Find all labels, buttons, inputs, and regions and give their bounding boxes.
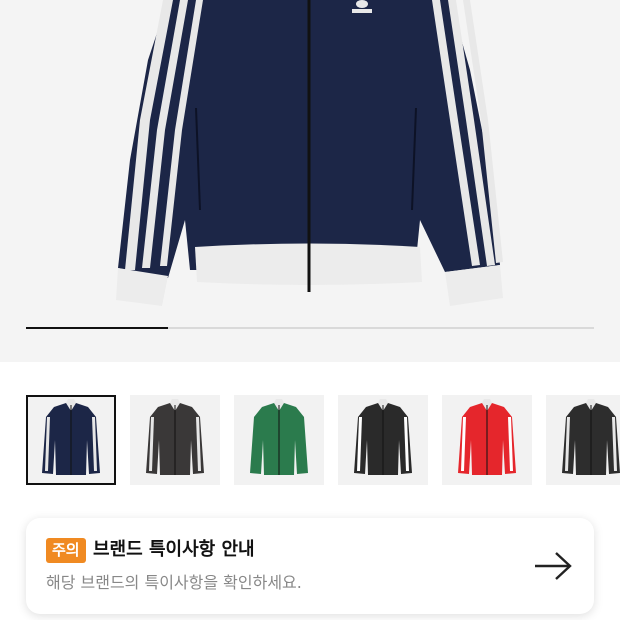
thumbnail-black-2[interactable]	[546, 395, 620, 485]
thumbnail-jacket-image	[250, 399, 308, 475]
caution-badge: 주의	[46, 538, 86, 563]
brand-notice-card[interactable]: 주의 브랜드 특이사항 안내 해당 브랜드의 특이사항을 확인하세요.	[26, 518, 594, 614]
thumbnail-jacket-image	[146, 399, 204, 475]
gallery-progress-fill	[26, 327, 168, 329]
gallery-progress-track	[26, 327, 594, 329]
notice-description: 해당 브랜드의 특이사항을 확인하세요.	[46, 573, 302, 592]
thumbnail-jacket-image	[354, 399, 412, 475]
arrow-right-icon[interactable]	[532, 548, 574, 584]
notice-title: 브랜드 특이사항 안내	[93, 539, 255, 560]
thumbnail-charcoal[interactable]	[130, 395, 220, 485]
thumbnail-black[interactable]	[338, 395, 428, 485]
thumbnail-green[interactable]	[234, 395, 324, 485]
thumbnail-jacket-image	[562, 399, 620, 475]
product-main-image[interactable]	[0, 0, 620, 362]
product-detail-page: 주의 브랜드 특이사항 안내 해당 브랜드의 특이사항을 확인하세요.	[0, 0, 620, 620]
thumbnail-jacket-image	[458, 399, 516, 475]
thumbnail-navy[interactable]	[26, 395, 116, 485]
jacket-image	[116, 0, 503, 306]
color-thumbnail-list	[26, 395, 620, 485]
thumbnail-jacket-image	[42, 399, 100, 475]
thumbnail-red[interactable]	[442, 395, 532, 485]
